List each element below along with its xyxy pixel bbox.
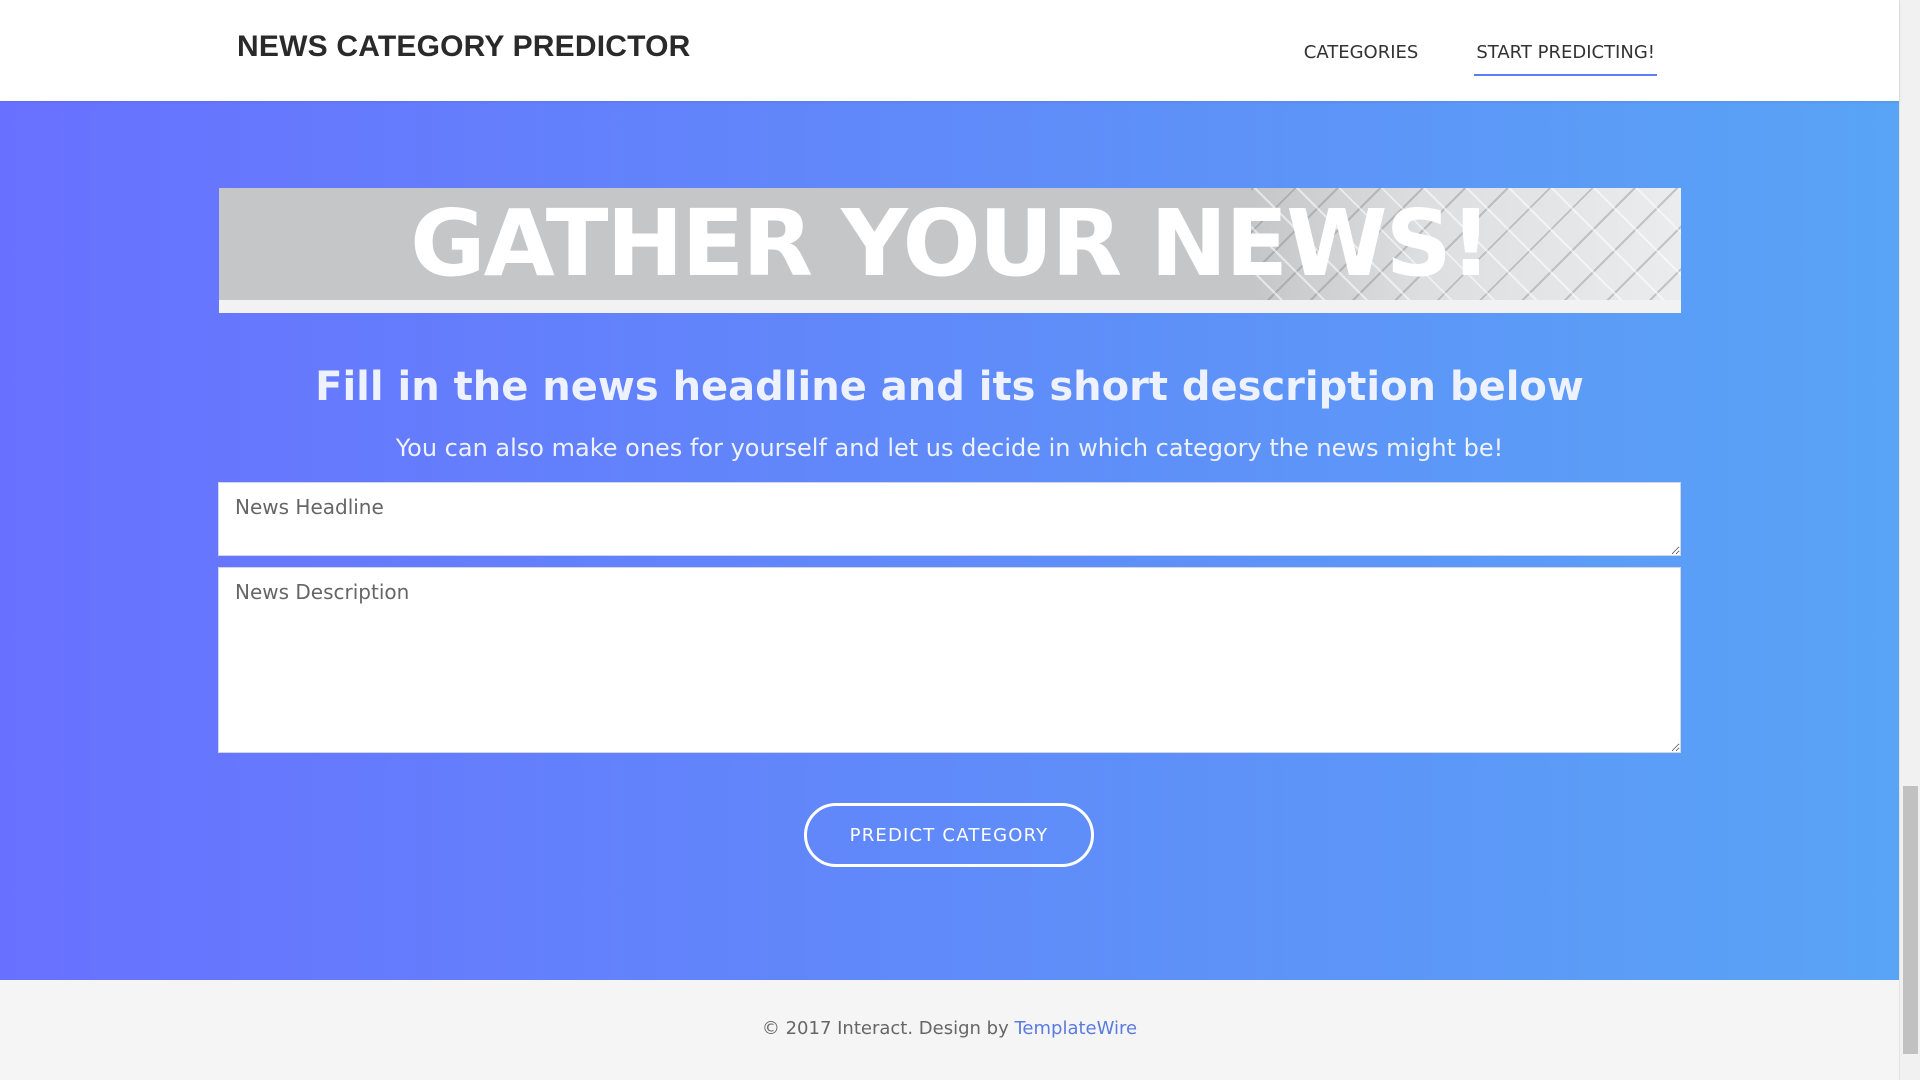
predict-section: GATHER YOUR NEWS! Fill in the news headl… xyxy=(0,101,1899,980)
news-headline-input[interactable] xyxy=(218,482,1681,556)
brand-logo-text[interactable]: NEWS CATEGORY PREDICTOR xyxy=(237,30,691,64)
top-navbar: NEWS CATEGORY PREDICTOR CATEGORIES START… xyxy=(0,0,1899,101)
main-nav: CATEGORIES START PREDICTING! xyxy=(1248,0,1657,101)
scrollbar-thumb[interactable] xyxy=(1903,786,1918,1054)
footer-copyright: © 2017 Interact. Design by xyxy=(761,1018,1015,1039)
footer-templatewire-link[interactable]: TemplateWire xyxy=(1014,1018,1137,1039)
form-title: Fill in the news headline and its short … xyxy=(315,364,1584,410)
banner-title: GATHER YOUR NEWS! xyxy=(410,190,1492,297)
form-subtitle: You can also make ones for yourself and … xyxy=(395,434,1504,462)
predict-category-button[interactable]: PREDICT CATEGORY xyxy=(804,803,1094,867)
nav-item-categories[interactable]: CATEGORIES xyxy=(1302,0,1421,76)
hero-banner-image: GATHER YOUR NEWS! xyxy=(219,188,1681,313)
nav-item-start-predicting[interactable]: START PREDICTING! xyxy=(1474,0,1657,76)
banner-bottom-strip xyxy=(219,300,1681,313)
news-description-input[interactable] xyxy=(218,567,1681,753)
footer: © 2017 Interact. Design by TemplateWire xyxy=(0,980,1899,1080)
page: NEWS CATEGORY PREDICTOR CATEGORIES START… xyxy=(0,0,1920,1080)
vertical-scrollbar[interactable] xyxy=(1899,0,1920,1080)
